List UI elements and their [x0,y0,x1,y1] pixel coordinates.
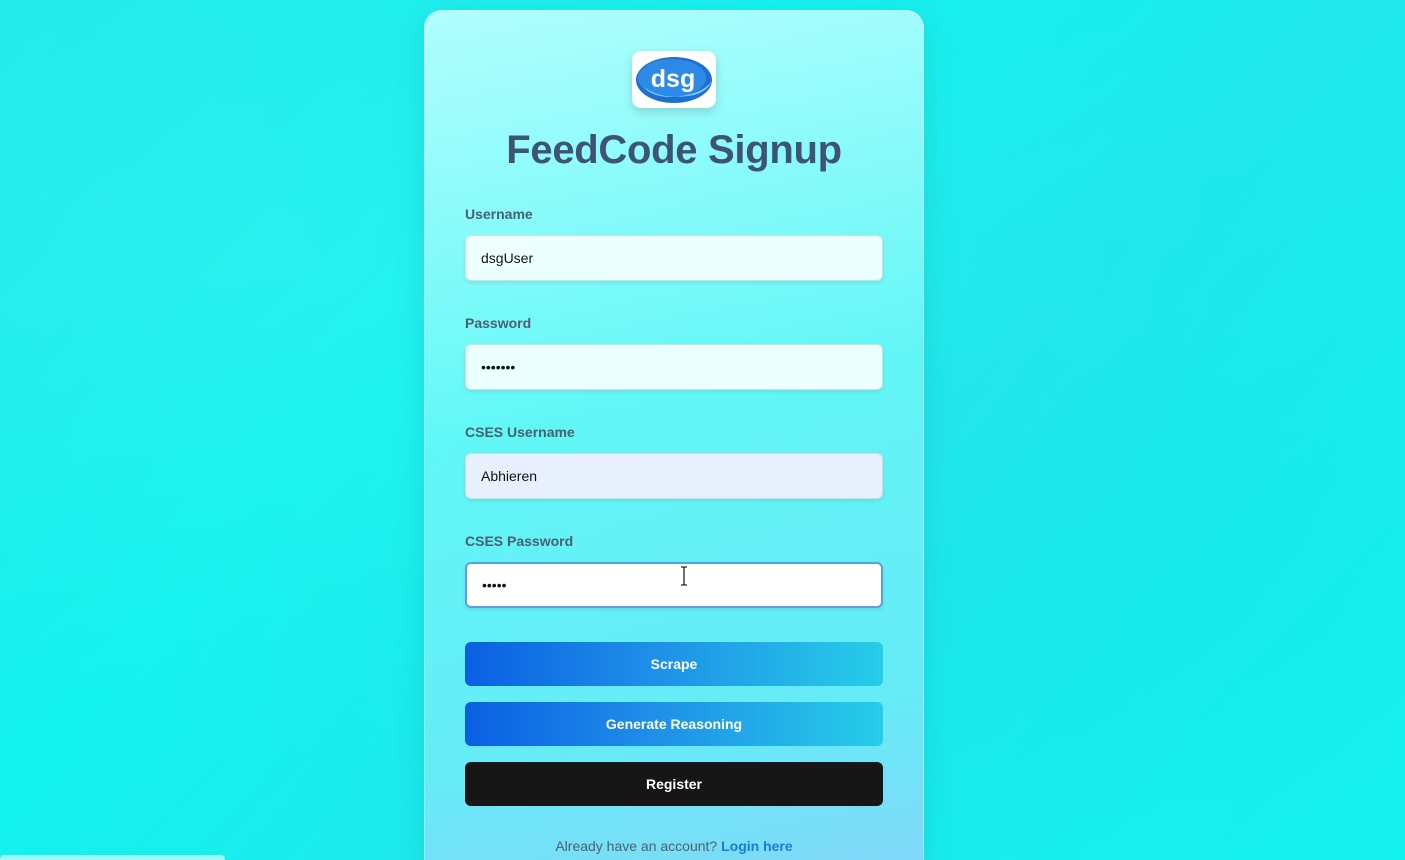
cses-password-label: CSES Password [465,533,574,549]
password-input[interactable] [465,344,883,390]
page-title: FeedCode Signup [506,128,842,172]
username-input[interactable] [465,235,883,281]
cses-username-input[interactable] [465,453,883,499]
cses-username-label: CSES Username [465,424,575,440]
login-link[interactable]: Login here [721,838,793,854]
login-prompt: Already have an account? Login here [424,838,924,854]
dsg-logo: dsg [632,51,716,108]
cses-password-input[interactable] [465,562,883,608]
username-label: Username [465,206,533,222]
scrape-button[interactable]: Scrape [465,642,883,686]
signup-card: dsg FeedCode Signup Username Password CS… [424,10,924,860]
logo-text: dsg [651,65,695,93]
password-label: Password [465,315,532,331]
bottom-left-panel-edge [0,855,225,860]
login-prompt-text: Already have an account? [555,838,718,854]
register-button[interactable]: Register [465,762,883,806]
generate-reasoning-button[interactable]: Generate Reasoning [465,702,883,746]
dsg-logo-icon: dsg [636,57,712,103]
